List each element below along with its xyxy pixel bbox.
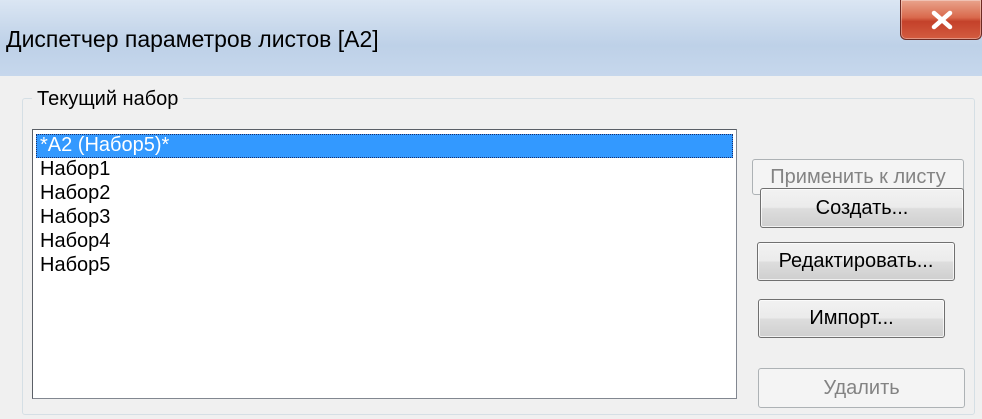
list-item[interactable]: Набор1 — [36, 158, 733, 182]
import-button[interactable]: Импорт... — [758, 299, 945, 338]
list-item[interactable]: Набор2 — [36, 182, 733, 206]
list-item[interactable]: Набор5 — [36, 254, 733, 278]
close-icon — [931, 10, 953, 30]
group-label: Текущий набор — [32, 88, 184, 111]
create-button[interactable]: Создать... — [760, 188, 964, 228]
page-setup-manager-dialog: Диспетчер параметров листов [A2] Текущий… — [0, 0, 982, 419]
delete-button[interactable]: Удалить — [758, 368, 965, 408]
list-item[interactable]: *A2 (Набор5)* — [36, 134, 733, 158]
list-item[interactable]: Набор3 — [36, 206, 733, 230]
list-item[interactable]: Набор4 — [36, 230, 733, 254]
close-button[interactable] — [900, 0, 982, 40]
title-bar[interactable]: Диспетчер параметров листов [A2] — [0, 0, 982, 76]
dialog-body: Текущий набор *A2 (Набор5)* Набор1 Набор… — [0, 76, 982, 419]
window-title: Диспетчер параметров листов [A2] — [6, 26, 379, 52]
page-setups-list[interactable]: *A2 (Набор5)* Набор1 Набор2 Набор3 Набор… — [32, 129, 737, 399]
edit-button[interactable]: Редактировать... — [757, 242, 955, 281]
